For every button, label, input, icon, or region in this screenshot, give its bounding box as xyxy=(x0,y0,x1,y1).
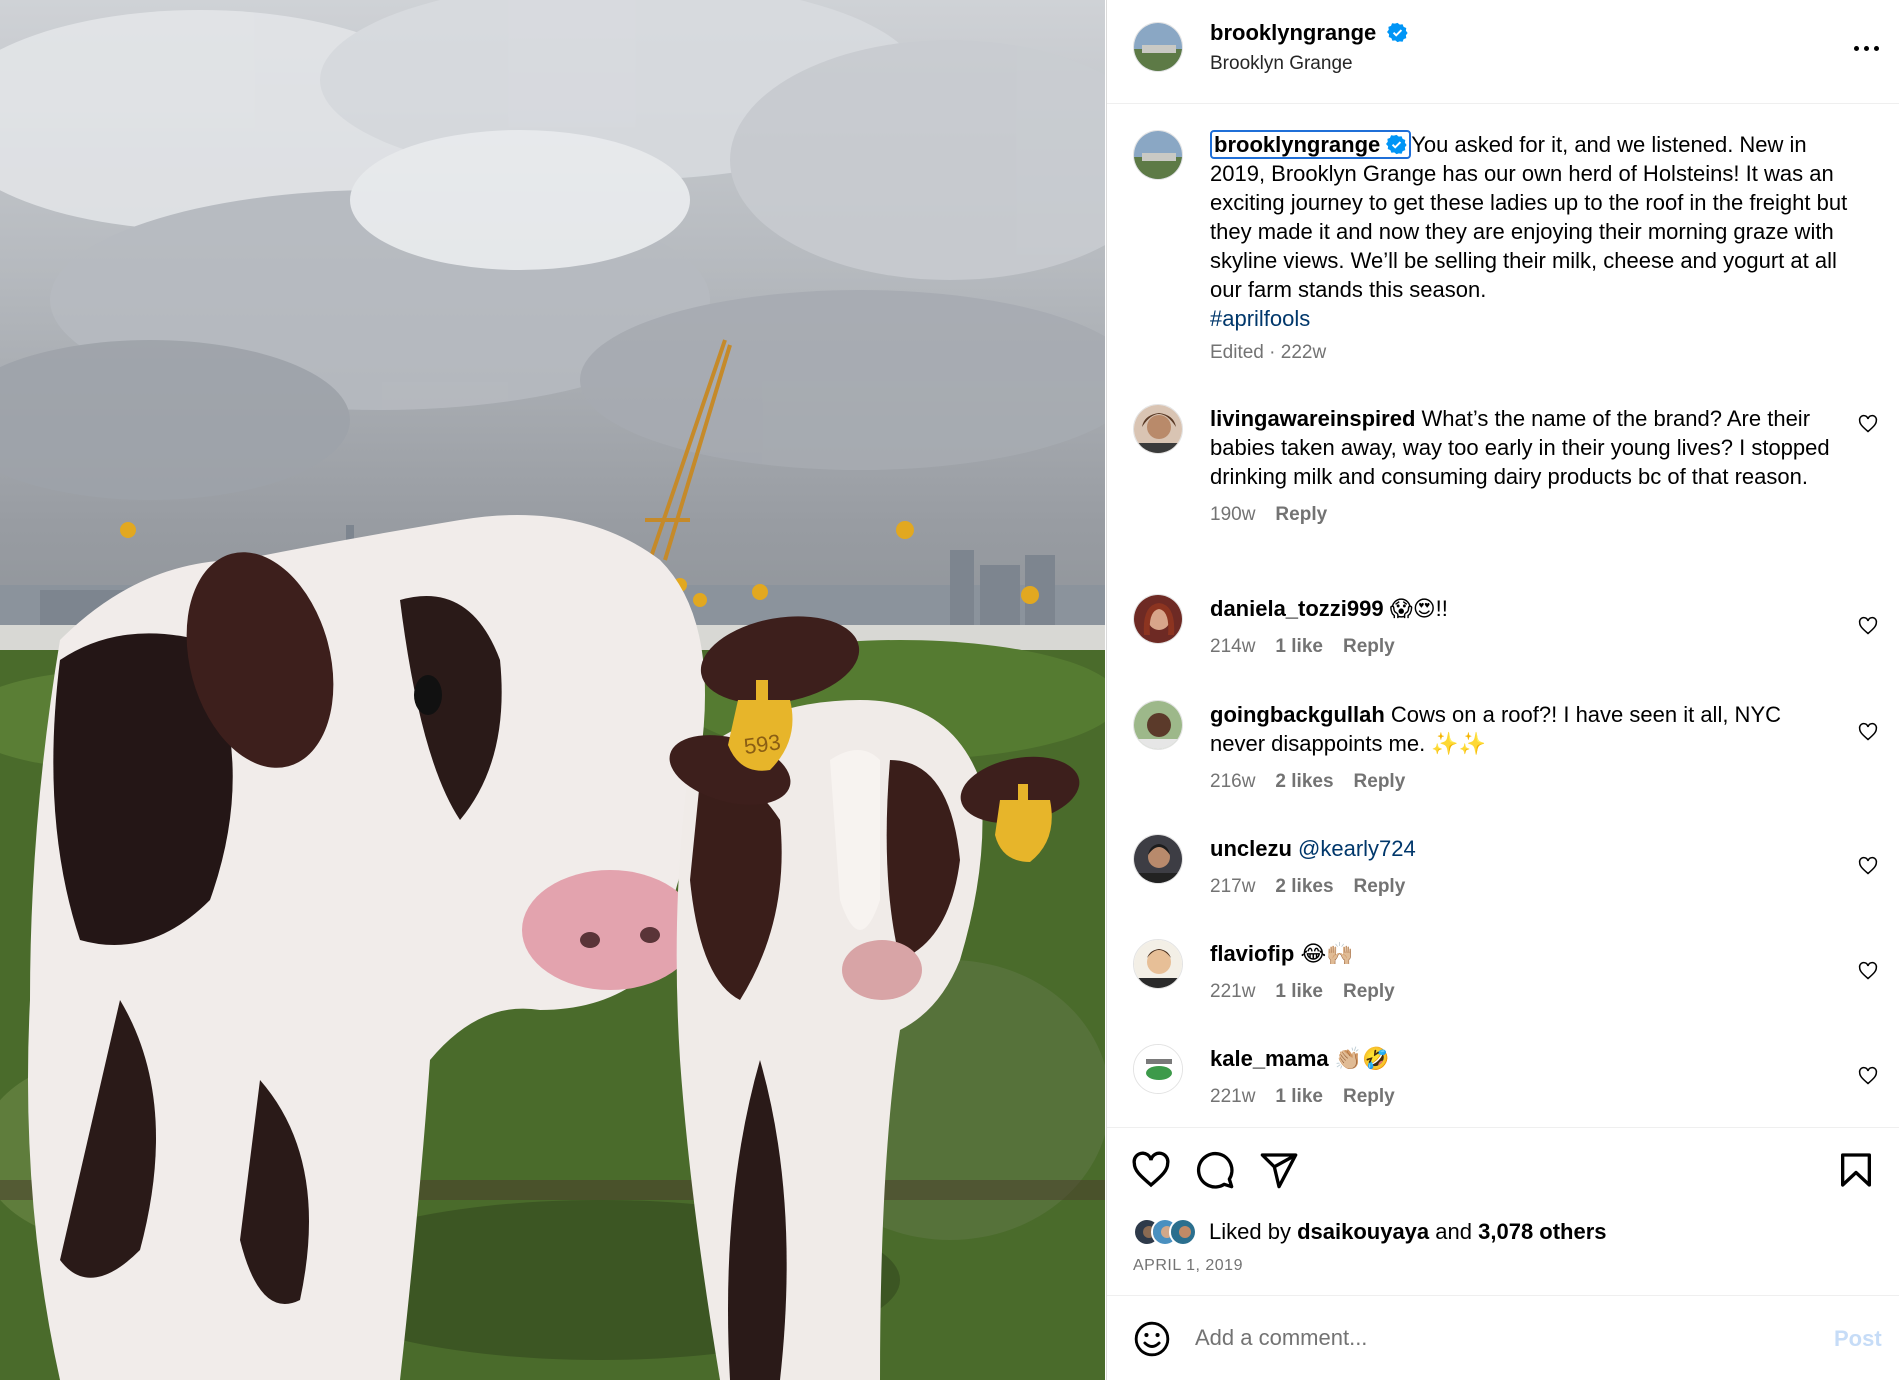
reply-button[interactable]: Reply xyxy=(1275,504,1327,525)
comment-time[interactable]: 221w xyxy=(1210,1086,1255,1107)
comment-like-count[interactable]: 1 like xyxy=(1275,981,1323,1002)
caption-edited-meta: Edited · 222w xyxy=(1210,342,1327,363)
clouds xyxy=(0,0,1105,500)
likes-prefix: Liked by xyxy=(1209,1219,1291,1244)
commenter-username[interactable]: unclezu xyxy=(1210,836,1292,861)
post-actions: Liked by dsaikouyaya and 3,078 others AP… xyxy=(1107,1127,1899,1295)
like-comment-heart-icon[interactable] xyxy=(1858,616,1878,636)
commenter-username[interactable]: flaviofip xyxy=(1210,941,1294,966)
cows-on-rooftop-image: 593 xyxy=(0,0,1105,1380)
commenter-avatar[interactable] xyxy=(1133,594,1183,644)
caption-username[interactable]: brooklyngrange xyxy=(1214,132,1380,157)
comments-list[interactable]: brooklyngrange You asked for it, and we l… xyxy=(1107,104,1899,1127)
comment-body: goingbackgullah Cows on a roof?! I have … xyxy=(1210,700,1838,796)
commenter-username[interactable]: livingawareinspired xyxy=(1210,406,1415,431)
caption-username-link[interactable]: brooklyngrange xyxy=(1210,130,1412,159)
comment-meta: 214w 1 like Reply xyxy=(1210,632,1838,661)
caption-hashtag[interactable]: #aprilfools xyxy=(1210,306,1310,331)
like-comment-heart-icon[interactable] xyxy=(1858,1066,1878,1086)
reply-button[interactable]: Reply xyxy=(1343,636,1395,657)
heart-icon[interactable] xyxy=(1131,1150,1171,1190)
commenter-avatar[interactable] xyxy=(1133,404,1183,454)
commenter-username[interactable]: goingbackgullah xyxy=(1210,702,1385,727)
like-comment-heart-icon[interactable] xyxy=(1858,856,1878,876)
comment-time[interactable]: 190w xyxy=(1210,504,1255,525)
post-photo[interactable]: 593 xyxy=(0,0,1105,1380)
post-date[interactable]: APRIL 1, 2019 xyxy=(1133,1257,1243,1275)
liker-avatar[interactable] xyxy=(1169,1218,1197,1246)
commenter-username[interactable]: daniela_tozzi999 xyxy=(1210,596,1384,621)
post-comment-button[interactable]: Post xyxy=(1834,1326,1882,1352)
comment-time[interactable]: 214w xyxy=(1210,636,1255,657)
comment-time[interactable]: 216w xyxy=(1210,771,1255,792)
comment-body: unclezu @kearly724 217w 2 likes Reply xyxy=(1210,834,1838,901)
comment-meta: 221w 1 like Reply xyxy=(1210,1082,1838,1111)
reply-button[interactable]: Reply xyxy=(1354,876,1406,897)
commenter-avatar[interactable] xyxy=(1133,939,1183,989)
comment-time[interactable]: 221w xyxy=(1210,981,1255,1002)
commenter-avatar[interactable] xyxy=(1133,700,1183,750)
likes-summary: Liked by dsaikouyaya and 3,078 others xyxy=(1133,1218,1607,1246)
likes-others-link[interactable]: 3,078 others xyxy=(1478,1219,1606,1244)
comment-body: kale_mama 👏🏼🤣 221w 1 like Reply xyxy=(1210,1044,1838,1111)
likes-joiner: and xyxy=(1435,1219,1472,1244)
likes-text: Liked by dsaikouyaya and 3,078 others xyxy=(1209,1219,1607,1245)
reply-button[interactable]: Reply xyxy=(1354,771,1406,792)
comment-text: 😂🙌🏼 xyxy=(1300,941,1354,966)
comment-meta: 217w 2 likes Reply xyxy=(1210,872,1838,901)
like-comment-heart-icon[interactable] xyxy=(1858,961,1878,981)
author-avatar[interactable] xyxy=(1133,22,1183,72)
comment-body: daniela_tozzi999 😱😍!! 214w 1 like Reply xyxy=(1210,594,1838,661)
comment-input[interactable] xyxy=(1195,1316,1775,1360)
comment-meta: 190w Reply xyxy=(1210,500,1838,529)
author-full-name: Brooklyn Grange xyxy=(1210,53,1353,74)
author-username-row: brooklyngrange xyxy=(1210,20,1408,46)
comment-text: 😱😍!! xyxy=(1389,596,1448,621)
post-caption: brooklyngrange You asked for it, and we l… xyxy=(1210,130,1850,333)
caption-author-avatar[interactable] xyxy=(1133,130,1183,180)
commenter-username[interactable]: kale_mama xyxy=(1210,1046,1329,1071)
verified-badge-icon xyxy=(1386,22,1408,43)
verified-badge-icon xyxy=(1386,134,1407,155)
top-liker-username[interactable]: dsaikouyaya xyxy=(1297,1219,1429,1244)
add-comment-bar: Post xyxy=(1107,1295,1899,1380)
reply-button[interactable]: Reply xyxy=(1343,1086,1395,1107)
like-comment-heart-icon[interactable] xyxy=(1858,414,1878,434)
commenter-avatar[interactable] xyxy=(1133,1044,1183,1094)
share-icon[interactable] xyxy=(1259,1150,1299,1190)
comment-body: flaviofip 😂🙌🏼 221w 1 like Reply xyxy=(1210,939,1838,1006)
comment-time[interactable]: 217w xyxy=(1210,876,1255,897)
ear-tag-number: 593 xyxy=(742,729,782,759)
comment-text: 👏🏼🤣 xyxy=(1334,1046,1390,1071)
comment-like-count[interactable]: 2 likes xyxy=(1275,771,1333,792)
post-side-panel: brooklyngrange Brooklyn Grange brooklyng… xyxy=(1106,0,1899,1380)
comment-meta: 216w 2 likes Reply xyxy=(1210,767,1838,796)
comment-like-count[interactable]: 1 like xyxy=(1275,1086,1323,1107)
reply-button[interactable]: Reply xyxy=(1343,981,1395,1002)
post-header: brooklyngrange Brooklyn Grange xyxy=(1107,0,1899,104)
author-username[interactable]: brooklyngrange xyxy=(1210,20,1376,45)
commenter-avatar[interactable] xyxy=(1133,834,1183,884)
emoji-icon[interactable] xyxy=(1133,1320,1171,1358)
comment-body: livingawareinspired What’s the name of t… xyxy=(1210,404,1838,529)
comment-meta: 221w 1 like Reply xyxy=(1210,977,1838,1006)
comment-mention-link[interactable]: @kearly724 xyxy=(1298,836,1416,861)
like-comment-heart-icon[interactable] xyxy=(1858,722,1878,742)
more-options-icon[interactable] xyxy=(1849,36,1883,60)
bookmark-icon[interactable] xyxy=(1836,1150,1876,1190)
comment-icon[interactable] xyxy=(1195,1150,1235,1190)
comment-like-count[interactable]: 2 likes xyxy=(1275,876,1333,897)
comment-like-count[interactable]: 1 like xyxy=(1275,636,1323,657)
